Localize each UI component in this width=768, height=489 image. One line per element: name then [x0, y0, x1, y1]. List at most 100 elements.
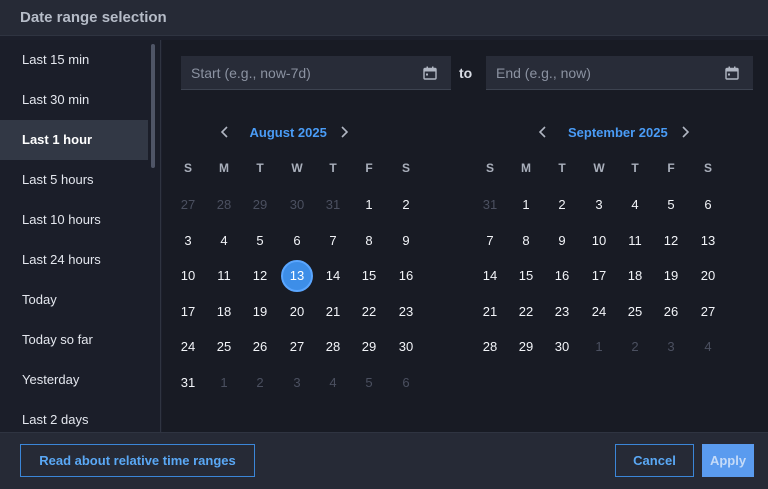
calendar-day[interactable]: 16 — [546, 260, 578, 292]
calendar-day[interactable]: 14 — [474, 260, 506, 292]
calendar-day[interactable]: 22 — [510, 296, 542, 328]
calendar-day[interactable]: 23 — [546, 296, 578, 328]
calendar-day[interactable]: 5 — [244, 225, 276, 257]
apply-button[interactable]: Apply — [702, 444, 754, 477]
calendar-day[interactable]: 3 — [655, 331, 687, 363]
calendar-day-selected[interactable]: 13 — [281, 260, 313, 292]
calendar-day[interactable]: 25 — [208, 331, 240, 363]
calendar-day[interactable]: 27 — [281, 331, 313, 363]
calendar-day[interactable]: 17 — [172, 296, 204, 328]
sidebar-item-range[interactable]: Last 24 hours — [0, 240, 148, 280]
calendar-day[interactable]: 12 — [655, 225, 687, 257]
calendar-day[interactable]: 1 — [353, 189, 385, 221]
calendar-day[interactable]: 22 — [353, 296, 385, 328]
calendar-icon[interactable] — [423, 66, 437, 80]
chevron-left-icon[interactable] — [218, 124, 232, 140]
calendar-day[interactable]: 3 — [172, 225, 204, 257]
calendar-day[interactable]: 11 — [208, 260, 240, 292]
calendar-day[interactable]: 8 — [510, 225, 542, 257]
calendar-day[interactable]: 15 — [510, 260, 542, 292]
calendar-day[interactable]: 4 — [619, 189, 651, 221]
calendar-day[interactable]: 8 — [353, 225, 385, 257]
weekday-header: F — [667, 161, 675, 175]
chevron-left-icon[interactable] — [536, 124, 550, 140]
calendar-day[interactable]: 14 — [317, 260, 349, 292]
calendar-day[interactable]: 1 — [510, 189, 542, 221]
cancel-button[interactable]: Cancel — [615, 444, 694, 477]
calendar-day[interactable]: 23 — [390, 296, 422, 328]
sidebar-item-range[interactable]: Today — [0, 280, 148, 320]
calendar-day[interactable]: 26 — [655, 296, 687, 328]
calendar-day[interactable]: 7 — [474, 225, 506, 257]
sidebar-item-range[interactable]: Last 5 hours — [0, 160, 148, 200]
calendar-day[interactable]: 19 — [244, 296, 276, 328]
calendar-day[interactable]: 2 — [546, 189, 578, 221]
calendar-day[interactable]: 30 — [546, 331, 578, 363]
calendar-day[interactable]: 19 — [655, 260, 687, 292]
calendar-day[interactable]: 15 — [353, 260, 385, 292]
calendar-day[interactable]: 24 — [583, 296, 615, 328]
calendar-day[interactable]: 28 — [474, 331, 506, 363]
calendar-day[interactable]: 4 — [317, 367, 349, 399]
end-date-input[interactable]: End (e.g., now) — [486, 56, 753, 90]
calendar-day[interactable]: 28 — [317, 331, 349, 363]
calendar-day[interactable]: 20 — [692, 260, 724, 292]
calendar-day[interactable]: 17 — [583, 260, 615, 292]
sidebar-item-range[interactable]: Last 15 min — [0, 40, 148, 80]
calendar-day[interactable]: 7 — [317, 225, 349, 257]
calendar-day[interactable]: 10 — [172, 260, 204, 292]
calendar-day[interactable]: 26 — [244, 331, 276, 363]
sidebar-item-range[interactable]: Last 10 hours — [0, 200, 148, 240]
chevron-right-icon[interactable] — [337, 124, 351, 140]
sidebar-scrollbar[interactable] — [151, 44, 155, 168]
sidebar-item-range[interactable]: Last 30 min — [0, 80, 148, 120]
calendar-day[interactable]: 30 — [281, 189, 313, 221]
calendar-icon[interactable] — [725, 66, 739, 80]
sidebar-item-range[interactable]: Yesterday — [0, 360, 148, 400]
calendar-day[interactable]: 6 — [390, 367, 422, 399]
calendar-day[interactable]: 29 — [353, 331, 385, 363]
calendar-day[interactable]: 6 — [281, 225, 313, 257]
calendar-day[interactable]: 3 — [583, 189, 615, 221]
calendar-day[interactable]: 21 — [474, 296, 506, 328]
calendar-day[interactable]: 3 — [281, 367, 313, 399]
calendar-day[interactable]: 10 — [583, 225, 615, 257]
calendar-day[interactable]: 5 — [353, 367, 385, 399]
calendar-day[interactable]: 18 — [208, 296, 240, 328]
calendar-day[interactable]: 13 — [692, 225, 724, 257]
calendar-day[interactable]: 1 — [208, 367, 240, 399]
calendar-day[interactable]: 12 — [244, 260, 276, 292]
calendar-day[interactable]: 2 — [619, 331, 651, 363]
calendar-day[interactable]: 1 — [583, 331, 615, 363]
sidebar-item-range[interactable]: Last 2 days — [0, 400, 148, 432]
calendar-day[interactable]: 5 — [655, 189, 687, 221]
calendar-day[interactable]: 27 — [692, 296, 724, 328]
calendar-day[interactable]: 18 — [619, 260, 651, 292]
calendar-day[interactable]: 16 — [390, 260, 422, 292]
calendar-day[interactable]: 27 — [172, 189, 204, 221]
calendar-day[interactable]: 28 — [208, 189, 240, 221]
sidebar-item-range[interactable]: Today so far — [0, 320, 148, 360]
calendar-day[interactable]: 9 — [546, 225, 578, 257]
calendar-day[interactable]: 20 — [281, 296, 313, 328]
calendar-day[interactable]: 11 — [619, 225, 651, 257]
calendar-day[interactable]: 31 — [474, 189, 506, 221]
calendar-day[interactable]: 25 — [619, 296, 651, 328]
calendar-day[interactable]: 2 — [390, 189, 422, 221]
calendar-day[interactable]: 29 — [510, 331, 542, 363]
calendar-day[interactable]: 9 — [390, 225, 422, 257]
chevron-right-icon[interactable] — [678, 124, 692, 140]
relative-ranges-help-button[interactable]: Read about relative time ranges — [20, 444, 255, 477]
calendar-day[interactable]: 21 — [317, 296, 349, 328]
calendar-day[interactable]: 4 — [208, 225, 240, 257]
calendar-day[interactable]: 24 — [172, 331, 204, 363]
calendar-day[interactable]: 31 — [317, 189, 349, 221]
calendar-day[interactable]: 4 — [692, 331, 724, 363]
sidebar-item-range[interactable]: Last 1 hour — [0, 120, 148, 160]
calendar-day[interactable]: 30 — [390, 331, 422, 363]
calendar-day[interactable]: 31 — [172, 367, 204, 399]
start-date-input[interactable]: Start (e.g., now-7d) — [181, 56, 451, 90]
calendar-day[interactable]: 6 — [692, 189, 724, 221]
calendar-day[interactable]: 2 — [244, 367, 276, 399]
calendar-day[interactable]: 29 — [244, 189, 276, 221]
